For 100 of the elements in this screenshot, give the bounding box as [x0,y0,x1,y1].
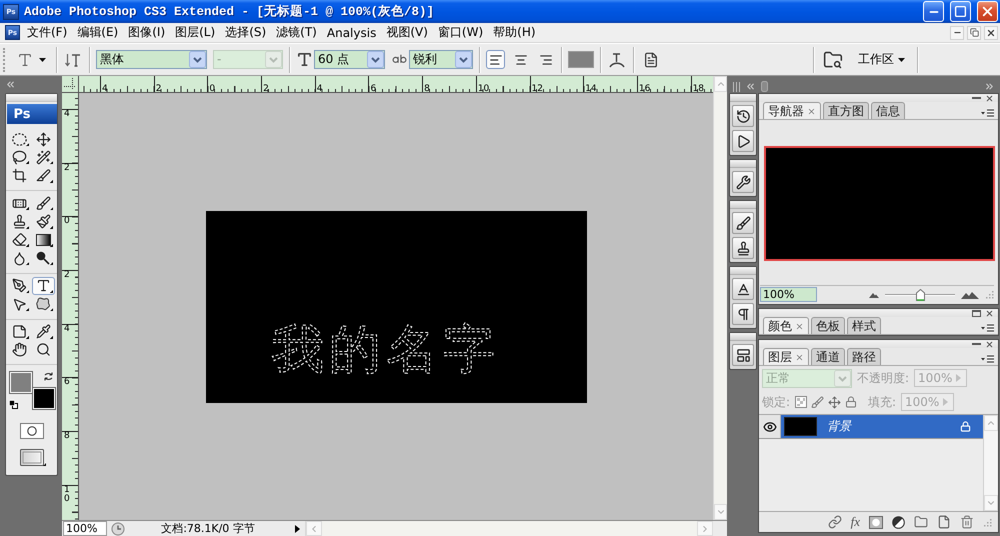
ruler-label: 2 [63,271,70,280]
panel-menu-icon[interactable] [981,355,994,363]
panel-button[interactable] [732,212,754,234]
panel-menu-icon[interactable] [981,324,994,332]
zoom-field[interactable]: 100% [63,521,107,536]
checker-square-icon[interactable] [795,396,808,408]
right-triangle-icon [956,374,962,382]
status-menu-button[interactable] [111,522,125,536]
close-button[interactable] [977,1,998,22]
menu-item[interactable]: 窗口(W) [432,24,488,42]
panel-button[interactable] [732,105,754,127]
circle-icon [26,426,36,436]
move-arrows-icon [36,132,50,146]
ruler-label: 10 [63,486,70,504]
panel-tab[interactable]: 路径 [847,348,881,365]
text-color-swatch[interactable] [568,51,594,68]
swap-arrows-icon[interactable] [44,372,54,382]
document-close-button[interactable] [984,26,998,40]
ruler-label: 4 [63,110,70,119]
circle-in-square-icon[interactable] [869,516,883,528]
menu-item[interactable]: 帮助(H) [488,24,541,42]
close-icon [986,28,996,38]
crop-icon [12,168,26,184]
panel-menu-icon[interactable] [981,109,994,117]
menu-item[interactable]: 文件(F) [22,24,72,42]
brush-icon [36,196,50,211]
panel-button[interactable] [732,130,754,152]
magic-wand-icon [36,150,50,165]
panel-tab[interactable]: 通道 [811,348,845,365]
panel-tab[interactable]: 直方图 [823,102,869,119]
restore-icon[interactable] [972,310,981,316]
overlapping-squares-icon[interactable] [8,400,18,410]
panel-tab[interactable]: 导航器 [763,102,821,119]
maximize-icon [954,5,967,18]
resize-grip-icon [985,290,994,299]
close-icon[interactable] [807,106,816,116]
bold-t-icon [296,51,313,68]
effects-button[interactable]: fx [850,514,860,530]
panel-button[interactable] [732,171,754,193]
maximize-button[interactable] [950,1,971,22]
half-circle-icon[interactable] [892,516,905,528]
menu-item[interactable]: 选择(S) [220,24,272,42]
app-logo: Ps [6,104,56,124]
move-arrows-icon[interactable] [828,396,842,408]
panel-button[interactable] [732,344,754,366]
play-icon [736,134,750,148]
layer-thumbnail [784,417,817,436]
large-mountains-icon[interactable] [961,290,979,298]
panel-button[interactable] [732,303,754,325]
brush-icon[interactable] [811,396,824,408]
lock-label: 锁定: [762,394,790,410]
menu-item[interactable]: 滤镜(T) [271,24,322,42]
font-size-select[interactable]: 60 点 [314,50,385,69]
panel-tab[interactable]: 信息 [871,102,905,119]
close-icon[interactable] [985,94,994,102]
close-icon[interactable] [985,340,994,348]
panel-tab[interactable]: 图层 [763,348,809,365]
page-icon[interactable] [937,515,951,529]
close-icon[interactable] [795,322,804,330]
tool-button[interactable] [32,276,54,295]
lock-icon[interactable] [845,396,858,408]
foreground-color-swatch[interactable] [10,372,32,394]
menu-item[interactable]: 图层(L) [170,24,220,42]
menu-item[interactable]: 编辑(E) [72,24,124,42]
navigator-preview[interactable] [764,146,995,261]
quick-mask-button[interactable] [20,423,44,440]
slider-thumb[interactable] [916,288,925,300]
panel-tab[interactable]: 颜色 [763,317,809,334]
double-left-arrow-icon[interactable] [5,79,16,90]
hand-icon [12,342,26,358]
panel-button[interactable] [732,278,754,300]
menu-item[interactable]: Analysis [322,24,382,42]
anti-alias-select[interactable]: 锐利 [409,50,473,69]
double-left-arrow-icon[interactable] [745,81,756,92]
folder-icon[interactable] [914,515,928,529]
group-header-bar [730,94,756,102]
panel-tab[interactable]: 色板 [811,317,845,334]
letter-t-icon [36,278,50,294]
font-family-select[interactable]: 黑体 [96,50,207,69]
background-color-swatch[interactable] [32,388,54,410]
zoom-field[interactable]: 100% [760,287,817,302]
menu-item[interactable]: 视图(V) [381,24,433,42]
minimize-button[interactable] [923,1,944,22]
layer-row[interactable]: 背景 [781,415,983,438]
trash-icon[interactable] [960,515,974,529]
small-mountain-icon[interactable] [869,292,879,298]
close-icon[interactable] [795,352,804,362]
menu-item[interactable]: 图像(I) [123,24,170,42]
letter-t-icon [16,52,32,68]
close-icon[interactable] [985,308,994,318]
ruler-label: 2 [262,84,269,92]
align-left-button[interactable] [486,50,505,69]
workspace-button[interactable]: 工作区 [852,48,911,70]
panel-tab[interactable]: 样式 [847,317,881,334]
eyedropper-icon [36,324,50,340]
visibility-toggle[interactable] [759,415,781,438]
document-minimize-button[interactable] [950,26,964,40]
link-icon[interactable] [828,515,842,529]
document-restore-button[interactable] [967,26,981,40]
panel-button[interactable] [732,237,754,259]
